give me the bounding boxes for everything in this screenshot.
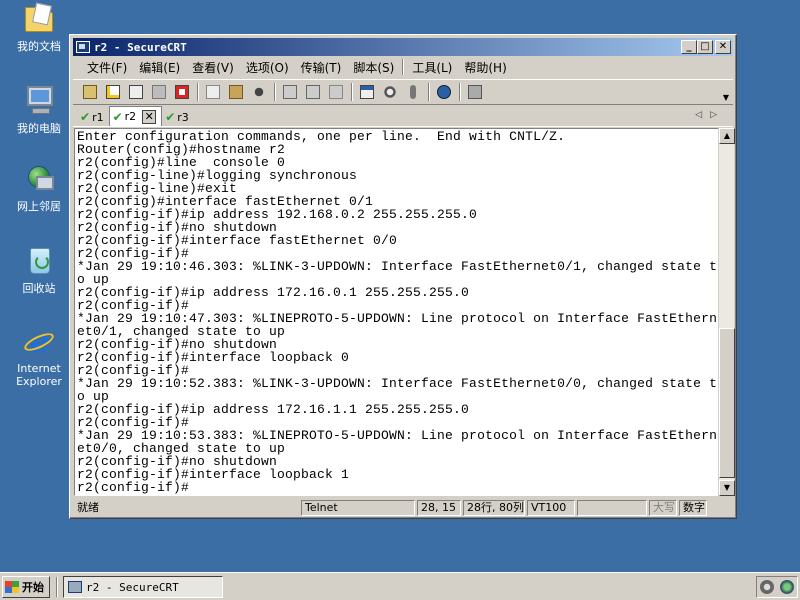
toolbar: ▼ [73,79,733,105]
status-bar: 就绪 Telnet 28, 15 28行, 80列 VT100 大写 数字 [73,499,733,517]
window-title: r2 - SecureCRT [94,40,187,54]
desktop-icon-my-computer[interactable]: 我的电脑 [8,84,70,135]
recycle-bin-icon [22,244,56,278]
desktop-icon-label: 我的电脑 [17,122,61,135]
menu-transfer[interactable]: 传输(T) [295,59,348,76]
print-icon[interactable] [279,82,301,102]
network-places-icon [22,162,56,196]
toolbar-separator [428,83,430,101]
desktop-icon-label: 我的文档 [17,40,61,53]
connected-check-icon: ✔ [112,109,123,124]
taskbar-separator [56,577,58,597]
print-setup-icon[interactable] [325,82,347,102]
desktop-icon-label: 回收站 [22,282,56,295]
internet-explorer-icon: e [21,324,57,358]
connect-in-tab-icon[interactable] [125,82,147,102]
sftp-icon[interactable] [464,82,486,102]
taskbar-item-securecrt[interactable]: r2 - SecureCRT [63,576,223,598]
close-tab-icon[interactable]: ✕ [142,109,157,124]
tray-network-icon[interactable] [780,580,794,594]
menu-options[interactable]: 选项(O) [240,59,295,76]
status-emulation: VT100 [527,500,575,516]
maximize-button[interactable]: □ [697,40,713,54]
keymap-icon[interactable] [402,82,424,102]
taskbar-item-label: r2 - SecureCRT [86,580,179,594]
scroll-up-icon[interactable]: ▲ [719,128,735,144]
session-options-icon[interactable] [356,82,378,102]
menu-tools[interactable]: 工具(L) [406,59,458,76]
scroll-down-icon[interactable]: ▼ [719,480,735,496]
print-selection-icon[interactable] [302,82,324,102]
status-caps-lock: 大写 [649,500,677,516]
toolbar-separator [459,83,461,101]
menu-bar: 文件(F) 编辑(E) 查看(V) 选项(O) 传输(T) 脚本(S) 工具(L… [73,57,733,77]
reconnect-icon[interactable] [148,82,170,102]
securecrt-app-icon [68,581,82,593]
connect-icon[interactable] [79,82,101,102]
menu-file[interactable]: 文件(F) [81,59,133,76]
menu-view[interactable]: 查看(V) [186,59,240,76]
menu-edit[interactable]: 编辑(E) [133,59,186,76]
menu-help[interactable]: 帮助(H) [458,59,512,76]
terminal-output[interactable]: Enter configuration commands, one per li… [74,128,719,496]
session-tabs: ✔ r1 ✔ r2 ✕ ✔ r3 ◁▷ [73,106,733,127]
tab-label: r3 [177,110,189,124]
toolbar-separator [197,83,199,101]
tray-settings-icon[interactable] [760,580,774,594]
toolbar-overflow-icon[interactable]: ▼ [723,93,729,102]
vertical-scrollbar[interactable]: ▲ ▼ [718,128,735,496]
scrollbar-thumb[interactable] [719,328,735,478]
windows-logo-icon [5,581,19,593]
find-icon[interactable] [248,82,270,102]
tab-r2[interactable]: ✔ r2 ✕ [108,106,163,126]
desktop-icon-label: Internet Explorer [16,362,62,388]
desktop-icon-internet-explorer[interactable]: e Internet Explorer [8,324,70,388]
paste-icon[interactable] [225,82,247,102]
tab-r3[interactable]: ✔ r3 [162,108,194,126]
desktop-icon-network-places[interactable]: 网上邻居 [8,162,70,213]
status-num-lock: 数字 [679,500,707,516]
status-cursor-position: 28, 15 [417,500,461,516]
connected-check-icon: ✔ [80,110,91,124]
status-ready: 就绪 [77,501,99,514]
my-documents-icon [22,2,56,36]
toolbar-separator [351,83,353,101]
desktop-icon-my-documents[interactable]: 我的文档 [8,2,70,53]
quick-connect-icon[interactable] [102,82,124,102]
tab-label: r1 [92,110,104,124]
tab-scroll-arrows[interactable]: ◁▷ [695,110,725,120]
connected-check-icon: ✔ [165,110,176,124]
desktop-icon-label: 网上邻居 [17,200,61,213]
title-bar[interactable]: r2 - SecureCRT _ □ ✕ [73,38,733,56]
help-icon[interactable] [433,82,455,102]
minimize-button[interactable]: _ [681,40,697,54]
menu-script[interactable]: 脚本(S) [347,59,400,76]
global-options-icon[interactable] [379,82,401,102]
system-tray [756,576,798,598]
tab-r1[interactable]: ✔ r1 [77,108,109,126]
terminal-text: Enter configuration commands, one per li… [77,129,718,495]
status-protocol: Telnet [301,500,415,516]
start-button[interactable]: 开始 [2,576,50,598]
taskbar: 开始 r2 - SecureCRT [0,572,800,600]
desktop-icon-recycle-bin[interactable]: 回收站 [8,244,70,295]
menu-separator [402,59,405,75]
securecrt-app-icon[interactable] [76,41,90,53]
tab-label: r2 [124,110,137,123]
status-empty-panel [577,500,647,516]
securecrt-window: r2 - SecureCRT _ □ ✕ 文件(F) 编辑(E) 查看(V) 选… [69,34,737,519]
disconnect-icon[interactable] [171,82,193,102]
close-button[interactable]: ✕ [715,40,731,54]
copy-icon[interactable] [202,82,224,102]
my-computer-icon [22,84,56,118]
start-label: 开始 [22,581,44,594]
status-terminal-size: 28行, 80列 [463,500,525,516]
toolbar-separator [274,83,276,101]
